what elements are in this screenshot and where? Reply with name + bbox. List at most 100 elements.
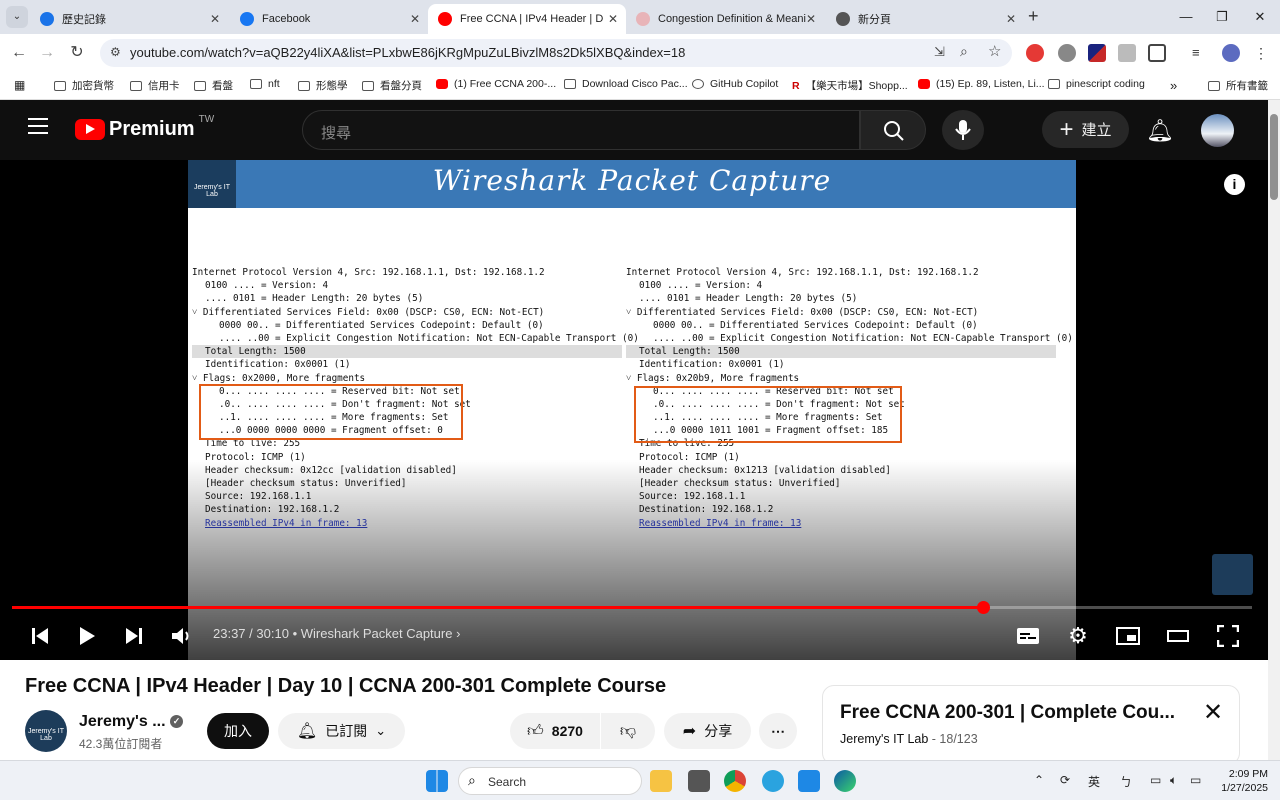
share-button[interactable]: ➦ 分享	[664, 713, 751, 749]
close-tab-icon[interactable]: ✕	[806, 12, 816, 26]
scrubber-handle[interactable]	[976, 601, 990, 614]
extension-icon-2[interactable]	[1058, 44, 1076, 62]
address-bar[interactable]: ⚙ youtube.com/watch?v=aQB22y4liXA&list=P…	[100, 39, 1012, 67]
play-button[interactable]	[73, 622, 101, 650]
next-button[interactable]	[120, 622, 148, 650]
settings-button[interactable]: ⚙	[1064, 622, 1092, 650]
share-arrow-icon: ➦	[682, 723, 697, 740]
minimize-button[interactable]: —	[1168, 6, 1204, 28]
close-tab-icon[interactable]: ✕	[1006, 12, 1016, 26]
site-info-icon[interactable]: ⚙	[110, 45, 121, 59]
new-tab-button[interactable]: +	[1028, 6, 1039, 27]
miniplayer-button[interactable]	[1114, 622, 1142, 650]
search-input[interactable]: 搜尋	[302, 110, 860, 150]
tray-ime-mode-icon[interactable]: ㄅ	[1120, 773, 1132, 790]
input-method-indicator[interactable]: 英	[1088, 773, 1100, 790]
youtube-logo[interactable]: Premium TW	[75, 114, 214, 141]
bookmark-item[interactable]: 看盤分頁	[362, 78, 422, 93]
speaker-icon[interactable]: 🔈︎	[1170, 773, 1177, 788]
voice-search-button[interactable]	[942, 110, 984, 150]
bookmark-item[interactable]: R 【樂天市場】Shopp...	[792, 78, 908, 93]
bookmark-item[interactable]: nft	[250, 78, 280, 90]
more-actions-button[interactable]: ⋯	[759, 713, 797, 749]
bookmark-item[interactable]: 看盤	[194, 78, 233, 93]
taskbar-search-box[interactable]: ⌕ Search	[458, 767, 642, 795]
video-player[interactable]: Wireshark Packet Capture Jeremy's IT Lab…	[0, 160, 1268, 660]
tray-sync-icon[interactable]: ⟳	[1060, 773, 1070, 787]
join-button[interactable]: 加入	[207, 713, 269, 749]
scrollbar-thumb[interactable]	[1270, 114, 1278, 200]
like-button[interactable]: 👍︎ 8270	[510, 713, 600, 749]
info-icon[interactable]: i	[1224, 174, 1245, 195]
close-tab-icon[interactable]: ✕	[608, 12, 618, 26]
page-scrollbar[interactable]	[1268, 100, 1280, 760]
close-playlist-icon[interactable]: ✕	[1203, 698, 1223, 727]
time-current: 23:37	[213, 626, 246, 641]
browser-tab[interactable]: 新分頁 ✕	[826, 4, 1024, 34]
tray-overflow-chevron-icon[interactable]: ⌃	[1034, 773, 1044, 787]
volume-button[interactable]	[168, 622, 196, 650]
install-app-icon[interactable]: ⇲	[934, 44, 945, 60]
file-explorer-icon[interactable]	[650, 770, 672, 792]
zoom-icon[interactable]: ⌕	[960, 43, 968, 60]
bookmark-star-icon[interactable]: ☆	[988, 42, 1001, 60]
notepad-icon[interactable]	[798, 770, 820, 792]
bookmark-item[interactable]: (1) Free CCNA 200-...	[436, 78, 556, 90]
tab-search-button[interactable]: ⌄	[6, 6, 28, 28]
channel-avatar[interactable]: Jeremy's IT Lab	[25, 710, 67, 752]
browser-tab[interactable]: Congestion Definition & Meani ✕	[626, 4, 824, 34]
bookmarks-overflow-button[interactable]: »	[1170, 78, 1177, 93]
bookmark-item[interactable]: 信用卡	[130, 78, 180, 93]
account-avatar[interactable]	[1201, 114, 1234, 147]
browser-tab[interactable]: Facebook ✕	[230, 4, 428, 34]
bookmark-item[interactable]: GitHub Copilot	[692, 78, 778, 90]
subscribed-button[interactable]: 🔔︎ 已訂閱 ⌄	[278, 713, 405, 749]
profile-avatar[interactable]	[1222, 44, 1240, 62]
channel-watermark[interactable]	[1212, 554, 1253, 595]
reload-button[interactable]: ↻	[64, 40, 90, 66]
close-window-button[interactable]: ✕	[1242, 6, 1278, 28]
subtitles-button[interactable]	[1014, 622, 1042, 650]
bookmark-item[interactable]: Download Cisco Pac...	[564, 78, 688, 90]
extension-new-icon[interactable]	[1026, 44, 1044, 62]
extensions-puzzle-icon[interactable]	[1148, 44, 1166, 62]
extension-icon-4[interactable]	[1118, 44, 1136, 62]
channel-name[interactable]: Jeremy's ... ✓	[79, 713, 183, 731]
browser-tab[interactable]: 歷史記錄 ✕	[30, 4, 228, 34]
maximize-button[interactable]: ❐	[1204, 6, 1240, 28]
packet-detail-line: ˅ Differentiated Services Field: 0x00 (D…	[626, 306, 1056, 319]
bookmark-apps-icon[interactable]: ▦	[14, 78, 25, 92]
taskbar-app-icon[interactable]	[688, 770, 710, 792]
close-tab-icon[interactable]: ✕	[410, 12, 420, 26]
chapter-title[interactable]: Wireshark Packet Capture	[301, 626, 453, 641]
search-button[interactable]	[860, 110, 926, 150]
telegram-icon[interactable]	[762, 770, 784, 792]
bookmark-item[interactable]: (15) Ep. 89, Listen, Li...	[918, 78, 1045, 90]
bookmark-item[interactable]: 形態學	[298, 78, 348, 93]
fullscreen-button[interactable]	[1214, 622, 1242, 650]
edge-icon[interactable]	[834, 770, 856, 792]
bookmark-item[interactable]: 加密貨幣	[54, 78, 114, 93]
create-button[interactable]: + 建立	[1042, 111, 1129, 148]
browser-menu-icon[interactable]: ⋮	[1254, 44, 1272, 62]
network-icon[interactable]: ▭	[1150, 773, 1161, 787]
chrome-icon[interactable]	[724, 770, 746, 792]
bookmark-item[interactable]: pinescript coding	[1048, 78, 1145, 90]
battery-icon[interactable]: ▭	[1190, 773, 1201, 787]
windows-start-icon[interactable]	[426, 770, 448, 792]
browser-tab[interactable]: Free CCNA | IPv4 Header | D ✕	[428, 4, 626, 34]
playlist-panel[interactable]: Free CCNA 200-301 | Complete Cou... Jere…	[822, 685, 1240, 765]
theater-mode-button[interactable]	[1164, 622, 1192, 650]
media-control-icon[interactable]: ≡	[1192, 44, 1210, 62]
extension-flag-icon[interactable]	[1088, 44, 1106, 62]
close-tab-icon[interactable]: ✕	[210, 12, 220, 26]
back-button[interactable]: ←	[6, 40, 32, 66]
forward-button[interactable]: →	[34, 40, 60, 66]
notifications-bell-icon[interactable]: 🔔︎	[1146, 118, 1174, 144]
progress-bar[interactable]	[12, 601, 1252, 614]
taskbar-clock[interactable]: 2:09 PM 1/27/2025	[1221, 767, 1268, 795]
dislike-button[interactable]: 👎︎	[601, 713, 655, 749]
menu-hamburger-icon[interactable]	[28, 118, 48, 134]
previous-button[interactable]	[26, 622, 54, 650]
all-bookmarks-folder[interactable]: 所有書籤	[1208, 78, 1268, 93]
